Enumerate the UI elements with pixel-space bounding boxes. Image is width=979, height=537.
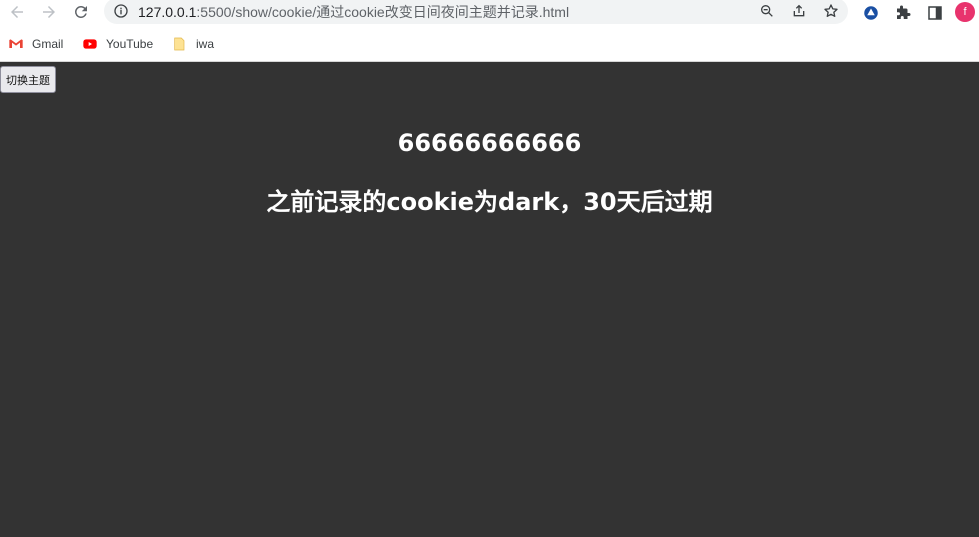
bookmark-iwa[interactable]: iwa xyxy=(172,34,214,54)
url-host: 127.0.0.1 xyxy=(138,4,197,20)
address-bar[interactable]: 127.0.0.1:5500/show/cookie/通过cookie改变日间夜… xyxy=(104,0,848,24)
browser-toolbar: 127.0.0.1:5500/show/cookie/通过cookie改变日间夜… xyxy=(0,0,979,24)
reload-button[interactable] xyxy=(69,0,93,24)
back-button[interactable] xyxy=(5,0,29,24)
gmail-icon xyxy=(8,36,24,52)
arrow-left-icon xyxy=(11,6,23,18)
bookmark-label: Gmail xyxy=(32,37,64,51)
folder-icon xyxy=(172,36,188,52)
avatar[interactable]: f xyxy=(955,2,975,22)
extension-icon[interactable] xyxy=(860,2,882,24)
page-content: 切换主题 66666666666 之前记录的cookie为dark，30天后过期 xyxy=(0,62,979,537)
bookmark-label: iwa xyxy=(196,37,215,51)
arrow-right-icon xyxy=(43,6,55,18)
bookmark-youtube[interactable]: YouTube xyxy=(82,34,153,54)
browser-chrome: 127.0.0.1:5500/show/cookie/通过cookie改变日间夜… xyxy=(0,0,979,62)
bookmark-gmail[interactable]: Gmail xyxy=(8,34,63,54)
url-path: :5500/show/cookie/通过cookie改变日间夜间主题并记录.ht… xyxy=(196,4,570,20)
toggle-theme-button[interactable]: 切换主题 xyxy=(0,66,56,93)
youtube-icon xyxy=(82,36,98,52)
share-icon[interactable] xyxy=(789,1,809,21)
forward-button[interactable] xyxy=(37,0,61,24)
bookmarks-bar: Gmail YouTube iwa xyxy=(0,30,979,58)
cookie-status-heading: 之前记录的cookie为dark，30天后过期 xyxy=(266,188,713,216)
bookmark-label: YouTube xyxy=(106,37,154,51)
star-icon[interactable] xyxy=(821,1,841,21)
reload-icon xyxy=(74,5,87,18)
puzzle-icon[interactable] xyxy=(892,2,914,24)
page-heading: 66666666666 xyxy=(397,129,582,157)
info-icon[interactable] xyxy=(112,2,130,20)
side-panel-icon[interactable] xyxy=(924,2,946,24)
url-text[interactable]: 127.0.0.1:5500/show/cookie/通过cookie改变日间夜… xyxy=(138,2,569,22)
zoom-icon[interactable] xyxy=(757,1,777,21)
